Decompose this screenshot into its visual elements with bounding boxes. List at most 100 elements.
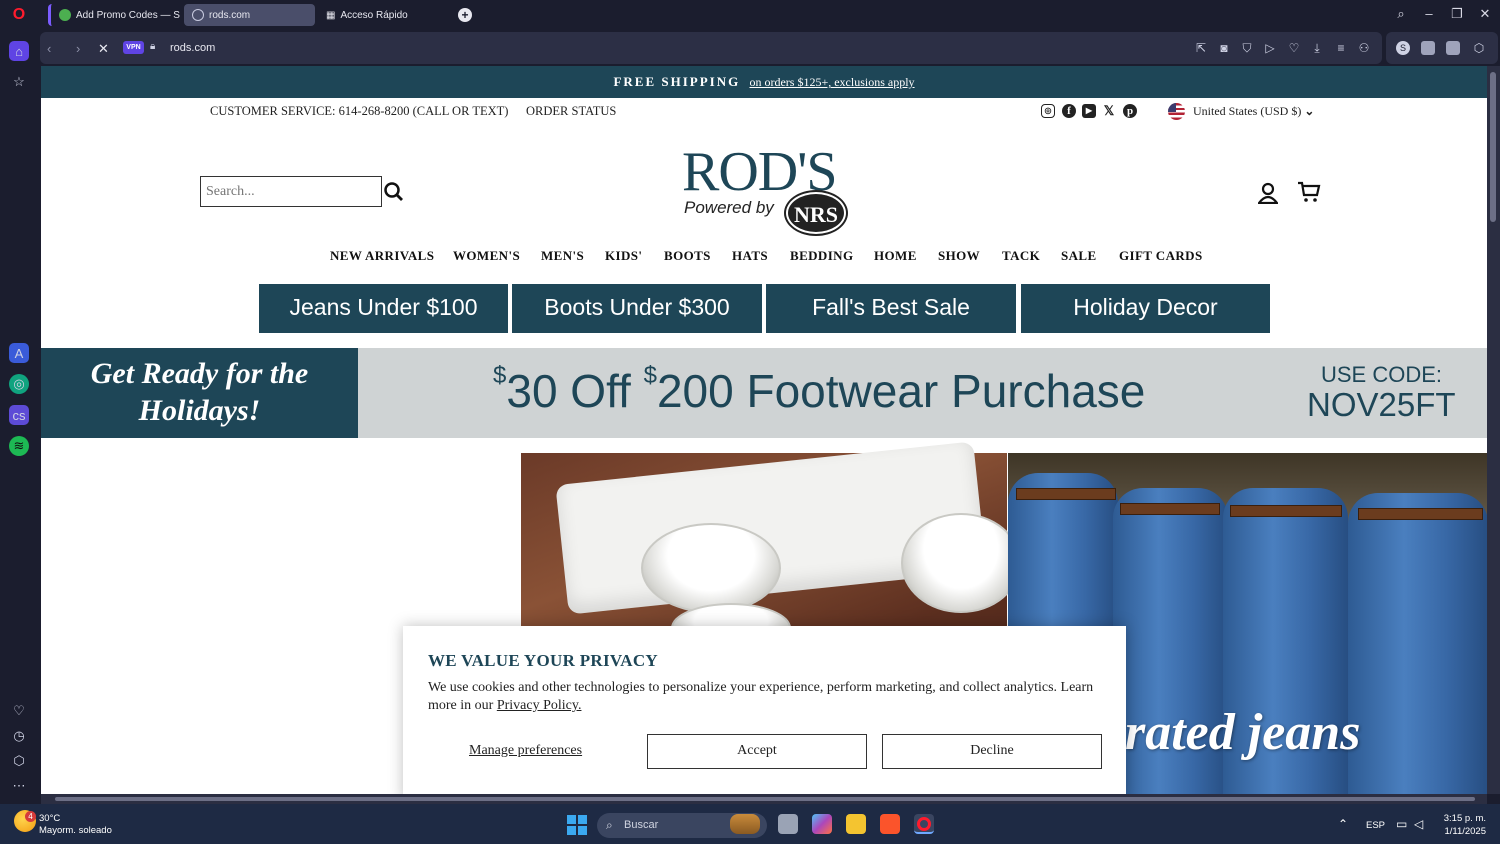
pinterest-icon[interactable]: p xyxy=(1123,104,1137,118)
nav-sale[interactable]: SALE xyxy=(1061,248,1097,264)
system-clock[interactable]: 3:15 p. m. 1/11/2025 xyxy=(1432,812,1486,838)
horizontal-scrollbar-thumb[interactable] xyxy=(55,797,1475,801)
task-view-icon[interactable] xyxy=(778,814,798,834)
nav-new-arrivals[interactable]: NEW ARRIVALS xyxy=(330,248,434,264)
nav-kids[interactable]: KIDS' xyxy=(605,248,642,264)
history-icon[interactable]: ◷ xyxy=(9,726,29,746)
currency-selector[interactable]: United States (USD $) ⌄ xyxy=(1193,104,1314,119)
windows-start-icon[interactable] xyxy=(567,815,587,835)
extension-s-icon[interactable]: S xyxy=(1396,41,1410,55)
file-explorer-icon[interactable] xyxy=(846,814,866,834)
volume-icon[interactable]: ◁ xyxy=(1414,817,1423,831)
free-shipping-link[interactable]: on orders $125+, exclusions apply xyxy=(749,75,914,89)
more-icon[interactable]: ⋯ xyxy=(9,776,29,796)
footwear-promo-banner[interactable]: Get Ready for the Holidays! $30 Off $200… xyxy=(41,348,1487,438)
tab-acceso-rapido[interactable]: ▦ Acceso Rápido xyxy=(318,4,448,26)
opera-menu-icon[interactable]: O xyxy=(0,0,38,30)
nav-show[interactable]: SHOW xyxy=(938,248,980,264)
copilot-icon[interactable] xyxy=(812,814,832,834)
nav-boots[interactable]: BOOTS xyxy=(664,248,711,264)
chatgpt-icon[interactable]: ◎ xyxy=(9,374,29,394)
us-flag-icon xyxy=(1168,103,1185,120)
spotify-icon[interactable]: ≋ xyxy=(9,436,29,456)
heart-icon[interactable]: ♡ xyxy=(1286,41,1302,55)
promo-fall-sale-button[interactable]: Fall's Best Sale xyxy=(766,284,1016,333)
rods-logo[interactable]: ROD'S Powered by NRS xyxy=(682,142,852,238)
weather-temp[interactable]: 30°C xyxy=(39,813,60,824)
privacy-policy-link[interactable]: Privacy Policy. xyxy=(497,698,582,713)
weather-description[interactable]: Mayorm. soleado xyxy=(39,825,112,836)
vpn-badge[interactable]: VPN xyxy=(123,41,144,54)
facebook-icon[interactable]: f xyxy=(1062,104,1076,118)
promo-holiday-decor-button[interactable]: Holiday Decor xyxy=(1021,284,1270,333)
extension-honey-icon[interactable] xyxy=(1446,41,1460,55)
tab-add-promo-codes[interactable]: Add Promo Codes — Simp xyxy=(48,4,180,26)
promo-boots-button[interactable]: Boots Under $300 xyxy=(512,284,762,333)
stop-loading-icon[interactable]: ✕ xyxy=(98,41,109,57)
minimize-button[interactable]: – xyxy=(1419,6,1439,21)
search-field[interactable] xyxy=(200,176,382,207)
camera-icon[interactable]: ◙ xyxy=(1216,41,1232,55)
manage-preferences-link[interactable]: Manage preferences xyxy=(469,743,582,759)
chevron-up-icon[interactable]: ⌃ xyxy=(1338,817,1348,831)
banner-amount1: 30 Off xyxy=(506,365,644,417)
tab-rods[interactable]: rods.com xyxy=(184,4,315,26)
belt xyxy=(1230,505,1342,517)
vertical-scrollbar-thumb[interactable] xyxy=(1490,72,1496,222)
loading-icon xyxy=(192,9,204,21)
forward-icon[interactable]: › xyxy=(76,41,80,56)
aria-icon[interactable]: A xyxy=(9,343,29,363)
accept-button[interactable]: Accept xyxy=(647,734,867,769)
new-tab-button[interactable]: + xyxy=(458,8,472,22)
home-icon[interactable]: ⌂ xyxy=(9,41,29,61)
star-icon[interactable]: ☆ xyxy=(9,72,29,92)
dollar-sign: $ xyxy=(643,362,657,389)
search-input[interactable] xyxy=(201,177,381,206)
nav-womens[interactable]: WOMEN'S xyxy=(453,248,520,264)
back-icon[interactable]: ‹ xyxy=(47,41,51,56)
nav-tack[interactable]: TACK xyxy=(1002,248,1040,264)
address-bar xyxy=(40,32,1382,64)
brave-icon[interactable] xyxy=(880,814,900,834)
menu-icon[interactable]: ≡ xyxy=(1333,41,1349,55)
tab-title: rods.com xyxy=(209,9,251,21)
nav-home[interactable]: HOME xyxy=(874,248,917,264)
nav-bedding[interactable]: BEDDING xyxy=(790,248,853,264)
shield-icon[interactable]: ⛉ xyxy=(1239,41,1255,56)
cart-icon[interactable] xyxy=(1297,180,1321,204)
account-icon[interactable] xyxy=(1258,182,1278,204)
heart-icon[interactable]: ♡ xyxy=(9,701,29,721)
extension-cs-icon[interactable]: cs xyxy=(9,405,29,425)
search-icon[interactable] xyxy=(383,181,405,203)
customer-service-text[interactable]: CUSTOMER SERVICE: 614-268-8200 (CALL OR … xyxy=(210,104,508,119)
nav-hats[interactable]: HATS xyxy=(732,248,768,264)
restore-button[interactable]: ❐ xyxy=(1447,6,1467,22)
close-window-button[interactable]: ✕ xyxy=(1475,6,1495,22)
opera-taskbar-icon[interactable] xyxy=(914,814,934,834)
youtube-icon[interactable]: ▶ xyxy=(1082,104,1096,118)
url-field[interactable]: rods.com xyxy=(170,42,215,54)
promo-check-icon xyxy=(59,9,71,21)
search-tabs-icon[interactable]: ⌕ xyxy=(1391,6,1411,22)
network-icon[interactable]: ▭ xyxy=(1396,817,1407,831)
nav-gift-cards[interactable]: GIFT CARDS xyxy=(1119,248,1203,264)
nav-mens[interactable]: MEN'S xyxy=(541,248,584,264)
language-indicator[interactable]: ESP xyxy=(1366,820,1385,831)
profile-icon[interactable]: ⚇ xyxy=(1356,41,1372,55)
download-icon[interactable]: ⤓ xyxy=(1309,41,1325,56)
chevron-down-icon: ⌄ xyxy=(1304,104,1315,118)
promo-jeans-button[interactable]: Jeans Under $100 xyxy=(259,284,508,333)
order-status-link[interactable]: ORDER STATUS xyxy=(526,104,616,119)
extensions-cube-icon[interactable]: ⬡ xyxy=(1471,41,1487,55)
play-icon[interactable]: ▷ xyxy=(1262,41,1278,55)
share-icon[interactable]: ⇱ xyxy=(1193,41,1209,55)
clock-time: 3:15 p. m. xyxy=(1443,813,1486,824)
x-icon[interactable]: 𝕏 xyxy=(1102,104,1116,118)
instagram-icon[interactable]: ◎ xyxy=(1041,104,1055,118)
extension-c-icon[interactable] xyxy=(1421,41,1435,55)
currency-label: United States (USD $) xyxy=(1193,104,1302,118)
belt xyxy=(1358,508,1483,520)
banner-left-line1: Get Ready for the xyxy=(90,357,309,390)
decline-button[interactable]: Decline xyxy=(882,734,1102,769)
cube-icon[interactable]: ⬡ xyxy=(9,751,29,771)
